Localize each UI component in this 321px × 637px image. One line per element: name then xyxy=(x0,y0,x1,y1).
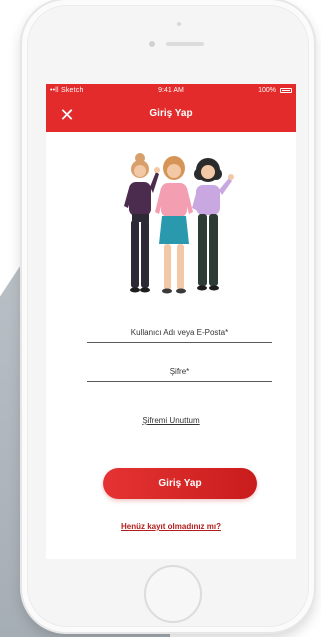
register-row: Henüz kayıt olmadınız mı? xyxy=(46,522,296,531)
login-button[interactable]: Giriş Yap xyxy=(103,468,257,499)
battery-icon xyxy=(280,88,292,93)
password-field[interactable]: Şifre* xyxy=(87,357,272,382)
proximity-sensor xyxy=(177,22,181,26)
nav-bar: ✕ Giriş Yap xyxy=(46,98,296,132)
app-screen: ••ll Sketch 9:41 AM 100% ✕ Giriş Yap Kul… xyxy=(46,84,296,559)
three-women-illustration xyxy=(124,153,234,294)
forgot-password-row: Şifremi Unuttum xyxy=(46,416,296,425)
front-camera xyxy=(149,41,155,47)
password-label: Şifre* xyxy=(169,367,190,376)
home-button[interactable] xyxy=(144,565,202,623)
register-link[interactable]: Henüz kayıt olmadınız mı? xyxy=(121,522,221,531)
woman-middle-figure xyxy=(155,156,193,294)
battery-percent: 100% xyxy=(258,87,276,94)
status-bar: ••ll Sketch 9:41 AM 100% xyxy=(46,84,296,98)
forgot-password-link[interactable]: Şifremi Unuttum xyxy=(142,416,199,425)
page-title: Giriş Yap xyxy=(149,108,193,119)
username-field[interactable]: Kullanıcı Adı veya E-Posta* xyxy=(87,318,272,343)
woman-right-figure xyxy=(192,158,234,291)
earpiece-speaker xyxy=(166,42,204,46)
woman-left-figure xyxy=(124,153,160,293)
username-label: Kullanıcı Adı veya E-Posta* xyxy=(130,328,229,337)
